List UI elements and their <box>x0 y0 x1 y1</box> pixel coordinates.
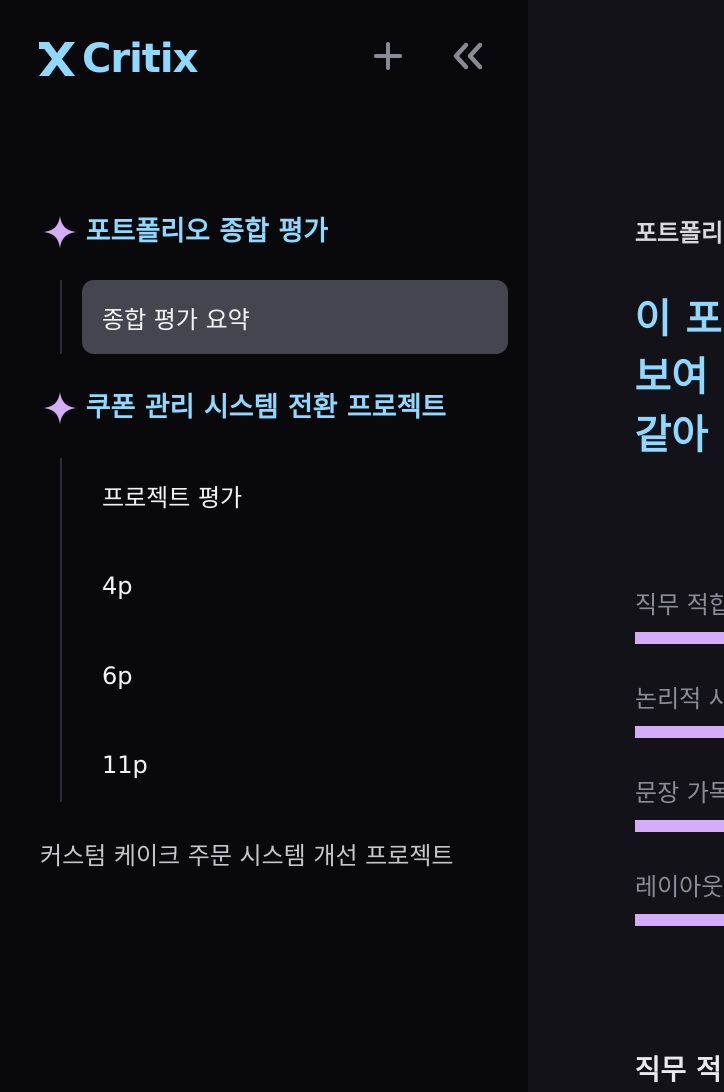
new-session-button[interactable] <box>368 36 408 76</box>
section-heading: 직무 적 <box>635 1053 723 1086</box>
page-title-line: 보여 <box>635 354 709 400</box>
metric-job-fit: 직무 적합 <box>635 588 724 644</box>
tree-line <box>60 280 62 354</box>
sidebar-item-page[interactable]: 6p <box>82 639 508 713</box>
page-title-line: 이 포 <box>635 296 723 342</box>
section-title: 쿠폰 관리 시스템 전환 프로젝트 <box>86 392 447 423</box>
metric-label: 문장 가독 <box>635 779 724 807</box>
page-title-line: 같아 <box>635 412 709 458</box>
metric-bar <box>635 726 724 738</box>
critix-logo-icon <box>39 42 75 76</box>
metric-layout: 레이아웃 <box>635 870 724 926</box>
main-content: 포트폴리오 종합 평가 이 포 보여 같아 직무 적합 논리적 사 문장 가독 … <box>528 0 724 1092</box>
metric-logic: 논리적 사 <box>635 682 724 738</box>
sparkle-icon <box>44 216 76 248</box>
sidebar-section-portfolio[interactable]: 포트폴리오 종합 평가 <box>42 212 328 252</box>
metric-label: 직무 적합 <box>635 591 724 619</box>
sidebar: Critix 포트폴리오 종합 평가 종합 평가 요약 쿠폰 관리 시스템 전환… <box>0 0 528 1092</box>
metric-readability: 문장 가독 <box>635 776 724 832</box>
metric-bar-fill <box>635 820 724 832</box>
sidebar-item-page[interactable]: 11p <box>82 728 508 802</box>
page-title: 이 포 보여 같아 <box>635 290 724 464</box>
sidebar-section-coupon-project[interactable]: 쿠폰 관리 시스템 전환 프로젝트 <box>42 388 447 428</box>
section-title: 포트폴리오 종합 평가 <box>86 216 329 247</box>
metric-bar-fill <box>635 914 724 926</box>
double-chevron-left-icon <box>453 42 483 70</box>
metric-bar <box>635 914 724 926</box>
collapse-sidebar-button[interactable] <box>448 36 488 76</box>
metric-bar <box>635 632 724 644</box>
sidebar-item-page[interactable]: 4p <box>82 549 508 623</box>
tree-line <box>60 458 62 802</box>
brand-logo[interactable]: Critix <box>36 36 198 82</box>
sparkle-icon <box>44 392 76 424</box>
plus-icon <box>374 42 402 70</box>
sidebar-section-cake-project[interactable]: 커스텀 케이크 주문 시스템 개선 프로젝트 <box>40 836 454 876</box>
metric-label: 논리적 사 <box>635 685 724 713</box>
metric-label: 레이아웃 <box>635 873 724 901</box>
metric-bar-fill <box>635 632 724 644</box>
sidebar-item-summary[interactable]: 종합 평가 요약 <box>82 280 508 354</box>
sidebar-item-project-review[interactable]: 프로젝트 평가 <box>82 458 508 532</box>
breadcrumb: 포트폴리오 종합 평가 <box>635 219 724 247</box>
metric-bar-fill <box>635 726 724 738</box>
brand-name: Critix <box>82 36 198 82</box>
metric-bar <box>635 820 724 832</box>
